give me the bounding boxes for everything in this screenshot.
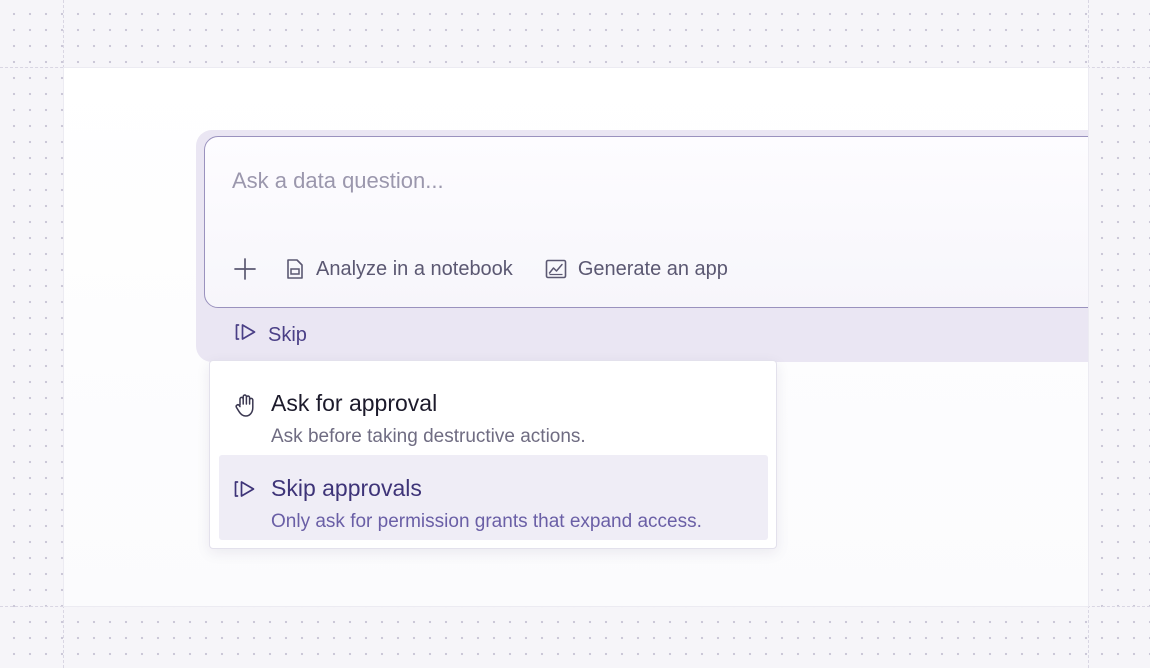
generate-app-label: Generate an app (577, 257, 728, 280)
guide-line-bottom (0, 606, 1150, 607)
skip-approvals-icon (233, 479, 257, 504)
add-attachment-button[interactable] (232, 256, 258, 282)
canvas: Analyze in a notebook Generate an app (64, 68, 1088, 606)
plus-icon (232, 256, 258, 282)
question-input[interactable] (232, 168, 932, 194)
skip-approvals-icon (234, 322, 258, 348)
generate-app-button[interactable]: Generate an app (545, 258, 728, 281)
composer-toolbar: Analyze in a notebook Generate an app (232, 255, 728, 283)
chart-app-icon (545, 258, 567, 280)
approval-mode-label: Skip (268, 323, 307, 346)
analyze-notebook-label: Analyze in a notebook (316, 257, 513, 280)
analyze-notebook-button[interactable]: Analyze in a notebook (285, 258, 513, 281)
menu-item-skip-approvals[interactable]: Skip approvals Only ask for permission g… (219, 455, 768, 540)
approval-mode-menu: Ask for approval Ask before taking destr… (209, 360, 777, 549)
skip-approvals-title: Skip approvals (271, 475, 422, 501)
guide-line-right (1088, 0, 1089, 668)
menu-item-ask-for-approval[interactable]: Ask for approval Ask before taking destr… (219, 370, 768, 455)
approval-mode-toggle[interactable]: Skip (234, 322, 307, 348)
composer-box: Analyze in a notebook Generate an app (204, 136, 1088, 308)
hand-icon (233, 392, 259, 423)
composer-tray: Analyze in a notebook Generate an app (196, 130, 1088, 362)
notebook-icon (285, 258, 305, 280)
ask-for-approval-description: Ask before taking destructive actions. (271, 426, 586, 447)
ask-for-approval-title: Ask for approval (271, 390, 438, 416)
skip-approvals-description: Only ask for permission grants that expa… (271, 511, 702, 532)
